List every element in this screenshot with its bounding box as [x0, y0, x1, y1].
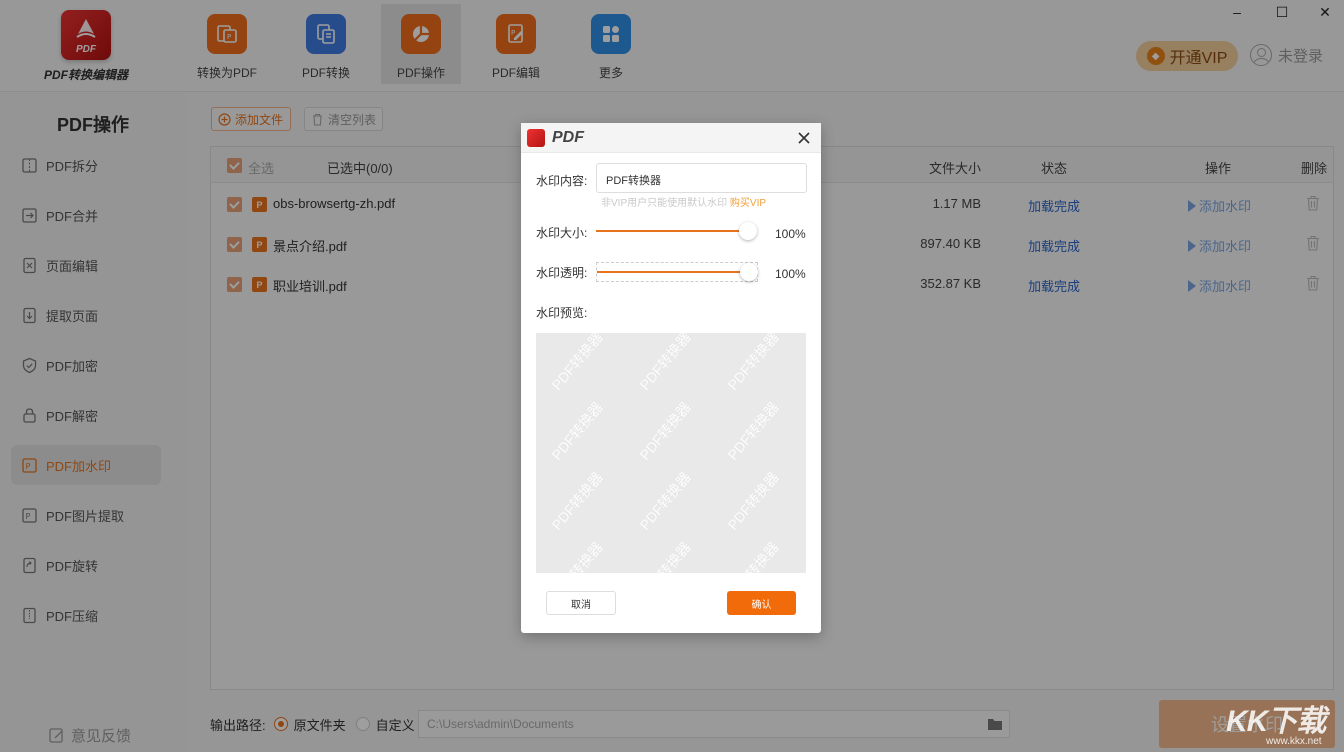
preview-watermark-text: PDF转换器	[724, 539, 782, 573]
content-label: 水印内容:	[536, 174, 588, 188]
preview-watermark-text: PDF转换器	[548, 399, 606, 463]
watermark-content-input[interactable]: PDF转换器	[596, 163, 807, 193]
site-watermark-url: www.kkx.net	[1266, 736, 1322, 747]
preview-watermark-text: PDF转换器	[548, 469, 606, 533]
cancel-button[interactable]: 取消	[546, 591, 616, 615]
size-label: 水印大小:	[536, 226, 588, 240]
preview-watermark-text: PDF转换器	[636, 333, 694, 393]
hint-text: 非VIP用户只能使用默认水印	[601, 198, 728, 209]
pdf-logo-icon	[527, 129, 545, 147]
watermark-preview: PDF转换器 PDF转换器 PDF转换器 PDF转换器 PDF转换器 PDF转换器 PDF转…	[536, 333, 806, 573]
preview-watermark-text: PDF转换器	[636, 399, 694, 463]
slider-track	[596, 230, 748, 232]
dialog-header: PDF	[521, 123, 821, 153]
preview-watermark-text: PDF转换器	[548, 333, 606, 393]
opacity-value: 100%	[775, 267, 806, 281]
size-slider[interactable]	[596, 222, 758, 242]
slider-track	[597, 271, 749, 273]
site-watermark-logo: KK下载	[1226, 705, 1326, 738]
preview-watermark-text: PDF转换器	[548, 539, 606, 573]
opacity-slider[interactable]	[596, 262, 758, 282]
size-value: 100%	[775, 227, 806, 241]
preview-watermark-text: PDF转换器	[636, 469, 694, 533]
preview-watermark-text: PDF转换器	[724, 469, 782, 533]
preview-label: 水印预览:	[536, 306, 588, 320]
opacity-label: 水印透明:	[536, 266, 588, 280]
preview-watermark-text: PDF转换器	[724, 399, 782, 463]
slider-handle[interactable]	[739, 222, 757, 240]
preview-watermark-text: PDF转换器	[636, 539, 694, 573]
vip-hint: 非VIP用户只能使用默认水印 购买VIP	[601, 194, 766, 209]
dialog-title: PDF	[552, 129, 584, 146]
buy-vip-link[interactable]: 购买VIP	[730, 198, 766, 209]
close-icon[interactable]	[795, 129, 813, 147]
preview-watermark-text: PDF转换器	[724, 333, 782, 393]
confirm-button[interactable]: 确认	[727, 591, 796, 615]
site-watermark: KK下载 www.kkx.net	[1226, 696, 1338, 748]
slider-handle[interactable]	[740, 263, 758, 281]
watermark-dialog: PDF 水印内容: PDF转换器 非VIP用户只能使用默认水印 购买VIP 水印…	[521, 123, 821, 633]
